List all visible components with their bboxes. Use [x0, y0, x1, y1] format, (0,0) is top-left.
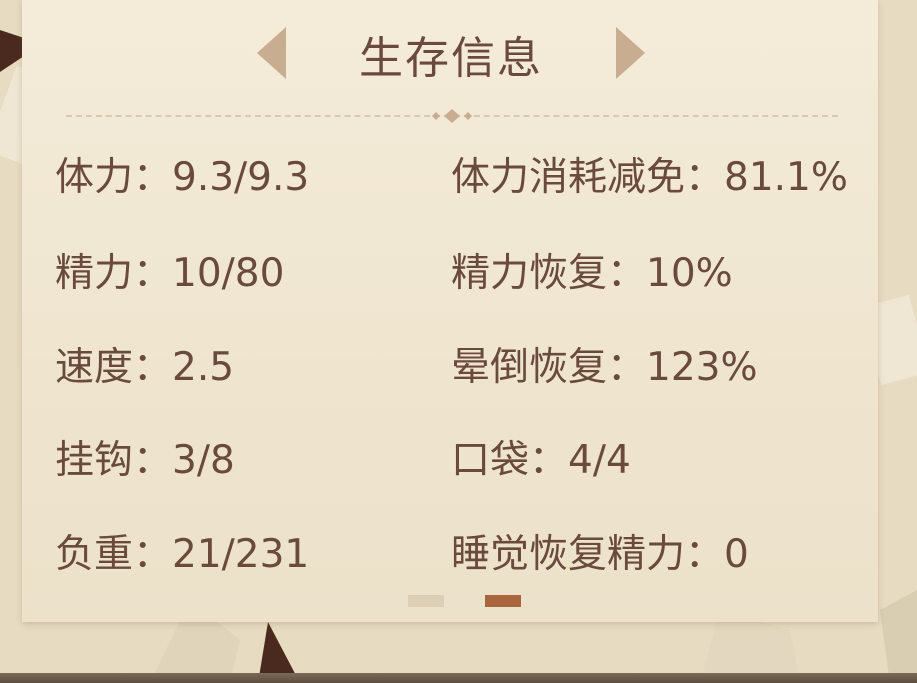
panel-title: 生存信息	[359, 33, 543, 84]
bottom-frame-bar	[0, 673, 917, 683]
page-indicator-2[interactable]	[485, 595, 521, 607]
stat-value: 81.1%	[724, 155, 848, 200]
stat-label: 体力消耗减免：	[451, 155, 725, 200]
stat-speed: 速度：2.5	[55, 336, 234, 392]
stat-value: 10/80	[172, 251, 285, 296]
stat-energy: 精力：10/80	[55, 242, 284, 298]
stat-value: 21/231	[172, 532, 310, 577]
stat-stamina-reduction: 体力消耗减免：81.1%	[451, 146, 848, 202]
stat-value: 2.5	[172, 345, 235, 390]
stat-value: 0	[724, 532, 749, 577]
stat-stamina: 体力：9.3/9.3	[55, 146, 309, 202]
divider-ornament-icon	[432, 109, 472, 123]
stat-label: 速度：	[55, 345, 173, 390]
stat-label: 精力恢复：	[451, 251, 647, 296]
stat-value: 4/4	[568, 438, 631, 483]
stat-value: 3/8	[172, 438, 235, 483]
stat-hooks: 挂钩：3/8	[55, 429, 235, 485]
stat-label: 口袋：	[451, 438, 569, 483]
stat-label: 体力：	[55, 155, 173, 200]
stat-label: 挂钩：	[55, 438, 173, 483]
stat-pockets: 口袋：4/4	[451, 429, 631, 485]
next-page-arrow-icon[interactable]	[616, 27, 645, 79]
stat-value: 10%	[646, 251, 733, 296]
stat-label: 睡觉恢复精力：	[451, 532, 725, 577]
stat-faint-recovery: 晕倒恢复：123%	[451, 336, 758, 392]
prev-page-arrow-icon[interactable]	[257, 27, 286, 79]
stat-sleep-energy: 睡觉恢复精力：0	[451, 523, 749, 579]
stat-value: 123%	[646, 345, 758, 390]
page-indicator-1[interactable]	[408, 595, 444, 607]
paper-scrap-right-edge	[880, 590, 917, 683]
stat-value: 9.3/9.3	[172, 155, 310, 200]
stat-weight: 负重：21/231	[55, 523, 309, 579]
stat-label: 精力：	[55, 251, 173, 296]
stat-label: 负重：	[55, 532, 173, 577]
stat-label: 晕倒恢复：	[451, 345, 647, 390]
stat-energy-recovery: 精力恢复：10%	[451, 242, 733, 298]
